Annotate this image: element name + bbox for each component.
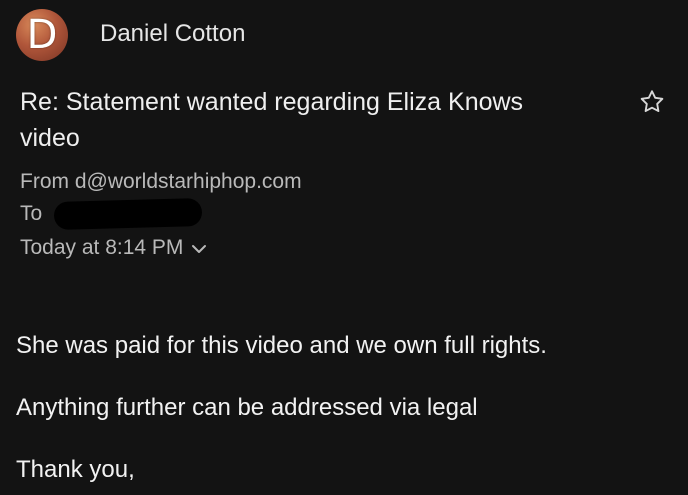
to-line: To bbox=[20, 198, 203, 230]
redacted-recipient bbox=[53, 198, 203, 230]
star-button[interactable] bbox=[632, 82, 672, 122]
body-line-1: She was paid for this video and we own f… bbox=[16, 332, 547, 359]
star-outline-icon bbox=[640, 90, 664, 113]
body-line-2: Anything further can be addressed via le… bbox=[16, 394, 478, 421]
from-label: From bbox=[20, 170, 69, 193]
sender-name[interactable]: Daniel Cotton bbox=[100, 18, 245, 50]
date-line[interactable]: Today at 8:14 PM bbox=[20, 234, 207, 262]
chevron-down-icon[interactable] bbox=[191, 243, 207, 255]
email-view: D Daniel Cotton Re: Statement wanted reg… bbox=[0, 0, 688, 495]
to-label: To bbox=[20, 202, 43, 225]
avatar-letter: D bbox=[26, 12, 58, 58]
email-subject: Re: Statement wanted regarding Eliza Kno… bbox=[20, 88, 524, 152]
from-address[interactable]: d@worldstarhiphop.com bbox=[75, 170, 302, 193]
body-line-3: Thank you, bbox=[16, 456, 135, 483]
sender-avatar[interactable]: D bbox=[16, 9, 68, 61]
sent-date: Today at 8:14 PM bbox=[20, 236, 184, 259]
from-line: From d@worldstarhiphop.com bbox=[20, 168, 302, 196]
